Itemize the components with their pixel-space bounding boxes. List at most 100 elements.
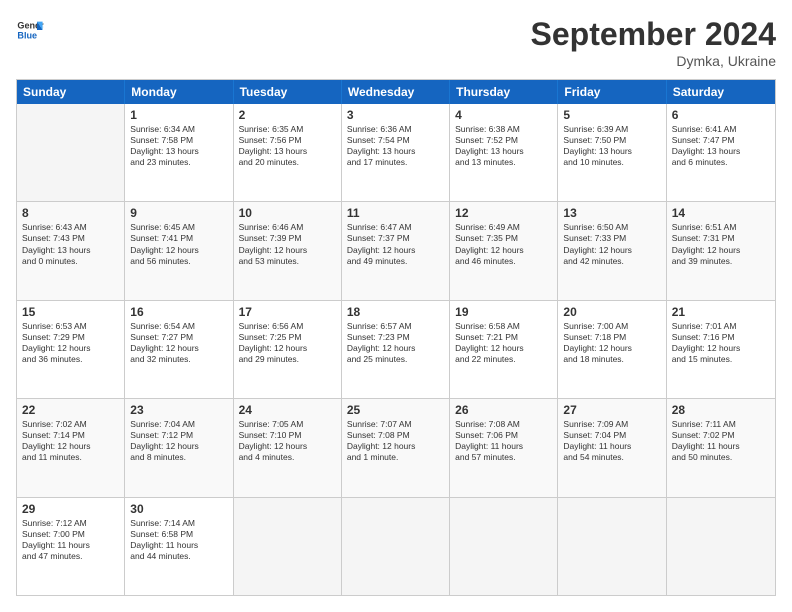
cell-info-line: Daylight: 12 hours [347, 441, 444, 452]
calendar: SundayMondayTuesdayWednesdayThursdayFrid… [16, 79, 776, 596]
day-number: 14 [672, 206, 770, 220]
weekday-header-sunday: Sunday [17, 80, 125, 104]
calendar-cell-r1c4: 12Sunrise: 6:49 AMSunset: 7:35 PMDayligh… [450, 202, 558, 299]
calendar-cell-r2c0: 15 Sunrise: 6:53 AMSunset: 7:29 PMDayligh… [17, 301, 125, 398]
cell-info-line: Sunset: 7:06 PM [455, 430, 552, 441]
calendar-row-3: 22Sunrise: 7:02 AMSunset: 7:14 PMDayligh… [17, 399, 775, 497]
cell-info-line: Sunrise: 7:00 AM [563, 321, 660, 332]
cell-info-line: Daylight: 13 hours [22, 245, 119, 256]
day-number: 1 [130, 108, 227, 122]
calendar-cell-r4c3 [342, 498, 450, 595]
cell-info-line: and 54 minutes. [563, 452, 660, 463]
calendar-cell-r2c6: 21 Sunrise: 7:01 AMSunset: 7:16 PMDayligh… [667, 301, 775, 398]
cell-info-line: Sunset: 7:25 PM [239, 332, 336, 343]
cell-info-line: and 13 minutes. [455, 157, 552, 168]
calendar-cell-r2c1: 16Sunrise: 6:54 AMSunset: 7:27 PMDayligh… [125, 301, 233, 398]
calendar-cell-r4c0: 29Sunrise: 7:12 AMSunset: 7:00 PMDayligh… [17, 498, 125, 595]
day-number: 24 [239, 403, 336, 417]
calendar-cell-r2c2: 17Sunrise: 6:56 AMSunset: 7:25 PMDayligh… [234, 301, 342, 398]
cell-info-line: and 0 minutes. [22, 256, 119, 267]
day-number: 28 [672, 403, 770, 417]
cell-info-line: and 22 minutes. [455, 354, 552, 365]
calendar-cell-r3c1: 23Sunrise: 7:04 AMSunset: 7:12 PMDayligh… [125, 399, 233, 496]
day-number: 30 [130, 502, 227, 516]
day-number: 26 [455, 403, 552, 417]
cell-info-line: Sunrise: 6:36 AM [347, 124, 444, 135]
cell-info-line: Sunrise: 6:34 AM [130, 124, 227, 135]
cell-info-line: Sunset: 7:12 PM [130, 430, 227, 441]
cell-info-line: Sunrise: 6:58 AM [455, 321, 552, 332]
cell-info-line: Sunset: 7:14 PM [22, 430, 119, 441]
cell-info-line: and 1 minute. [347, 452, 444, 463]
cell-info-line: and 8 minutes. [130, 452, 227, 463]
cell-info-line: Sunrise: 7:11 AM [672, 419, 770, 430]
day-number: 2 [239, 108, 336, 122]
cell-info-line: Sunset: 7:10 PM [239, 430, 336, 441]
cell-info-line: and 20 minutes. [239, 157, 336, 168]
cell-info-line: Sunrise: 7:01 AM [672, 321, 770, 332]
day-number: 15 [22, 305, 119, 319]
month-title: September 2024 [531, 16, 776, 53]
cell-info-line: Daylight: 11 hours [130, 540, 227, 551]
calendar-cell-r0c1: 1Sunrise: 6:34 AMSunset: 7:58 PMDaylight… [125, 104, 233, 201]
day-number: 9 [130, 206, 227, 220]
day-number: 22 [22, 403, 119, 417]
cell-info-line: Sunset: 7:04 PM [563, 430, 660, 441]
cell-info-line: and 47 minutes. [22, 551, 119, 562]
cell-info-line: and 17 minutes. [347, 157, 444, 168]
title-block: September 2024 Dymka, Ukraine [531, 16, 776, 69]
calendar-cell-r0c3: 3Sunrise: 6:36 AMSunset: 7:54 PMDaylight… [342, 104, 450, 201]
cell-info-line: Daylight: 13 hours [672, 146, 770, 157]
day-number: 17 [239, 305, 336, 319]
cell-info-line: Daylight: 12 hours [22, 343, 119, 354]
cell-info-line: Sunrise: 6:47 AM [347, 222, 444, 233]
cell-info-line: Sunset: 7:29 PM [22, 332, 119, 343]
day-number: 10 [239, 206, 336, 220]
calendar-cell-r3c0: 22Sunrise: 7:02 AMSunset: 7:14 PMDayligh… [17, 399, 125, 496]
cell-info-line: and 4 minutes. [239, 452, 336, 463]
day-number: 4 [455, 108, 552, 122]
cell-info-line: Sunset: 7:16 PM [672, 332, 770, 343]
cell-info-line: Sunset: 7:43 PM [22, 233, 119, 244]
day-number: 16 [130, 305, 227, 319]
day-number: 21 [672, 305, 770, 319]
cell-info-line: and 18 minutes. [563, 354, 660, 365]
cell-info-line: Daylight: 11 hours [22, 540, 119, 551]
cell-info-line: Sunset: 7:21 PM [455, 332, 552, 343]
day-number: 27 [563, 403, 660, 417]
cell-info-line: Sunrise: 6:45 AM [130, 222, 227, 233]
cell-info-line: Daylight: 12 hours [347, 245, 444, 256]
cell-info-line: Sunset: 7:58 PM [130, 135, 227, 146]
calendar-cell-r3c4: 26Sunrise: 7:08 AMSunset: 7:06 PMDayligh… [450, 399, 558, 496]
cell-info-line: and 15 minutes. [672, 354, 770, 365]
cell-info-line: Sunrise: 7:04 AM [130, 419, 227, 430]
cell-info-line: Sunset: 7:41 PM [130, 233, 227, 244]
cell-info-line: Sunset: 7:54 PM [347, 135, 444, 146]
cell-info-line: Daylight: 12 hours [239, 343, 336, 354]
cell-info-line: Daylight: 11 hours [455, 441, 552, 452]
cell-info-line: Sunrise: 6:50 AM [563, 222, 660, 233]
cell-info-line: Sunrise: 6:54 AM [130, 321, 227, 332]
cell-info-line: Sunset: 6:58 PM [130, 529, 227, 540]
day-number: 25 [347, 403, 444, 417]
cell-info-line: Sunrise: 6:53 AM [22, 321, 119, 332]
cell-info-line: and 50 minutes. [672, 452, 770, 463]
cell-info-line: Sunset: 7:52 PM [455, 135, 552, 146]
cell-info-line: Daylight: 13 hours [239, 146, 336, 157]
cell-info-line: Sunset: 7:39 PM [239, 233, 336, 244]
cell-info-line: Sunset: 7:02 PM [672, 430, 770, 441]
calendar-cell-r2c4: 19Sunrise: 6:58 AMSunset: 7:21 PMDayligh… [450, 301, 558, 398]
cell-info-line: Sunrise: 7:09 AM [563, 419, 660, 430]
cell-info-line: and 10 minutes. [563, 157, 660, 168]
cell-info-line: and 39 minutes. [672, 256, 770, 267]
cell-info-line: Daylight: 12 hours [672, 343, 770, 354]
cell-info-line: and 11 minutes. [22, 452, 119, 463]
cell-info-line: Daylight: 11 hours [563, 441, 660, 452]
calendar-row-1: 8Sunrise: 6:43 AMSunset: 7:43 PMDaylight… [17, 202, 775, 300]
cell-info-line: Sunrise: 6:35 AM [239, 124, 336, 135]
day-number: 29 [22, 502, 119, 516]
svg-text:Blue: Blue [17, 30, 37, 40]
day-number: 11 [347, 206, 444, 220]
calendar-cell-r4c6 [667, 498, 775, 595]
cell-info-line: Sunset: 7:08 PM [347, 430, 444, 441]
